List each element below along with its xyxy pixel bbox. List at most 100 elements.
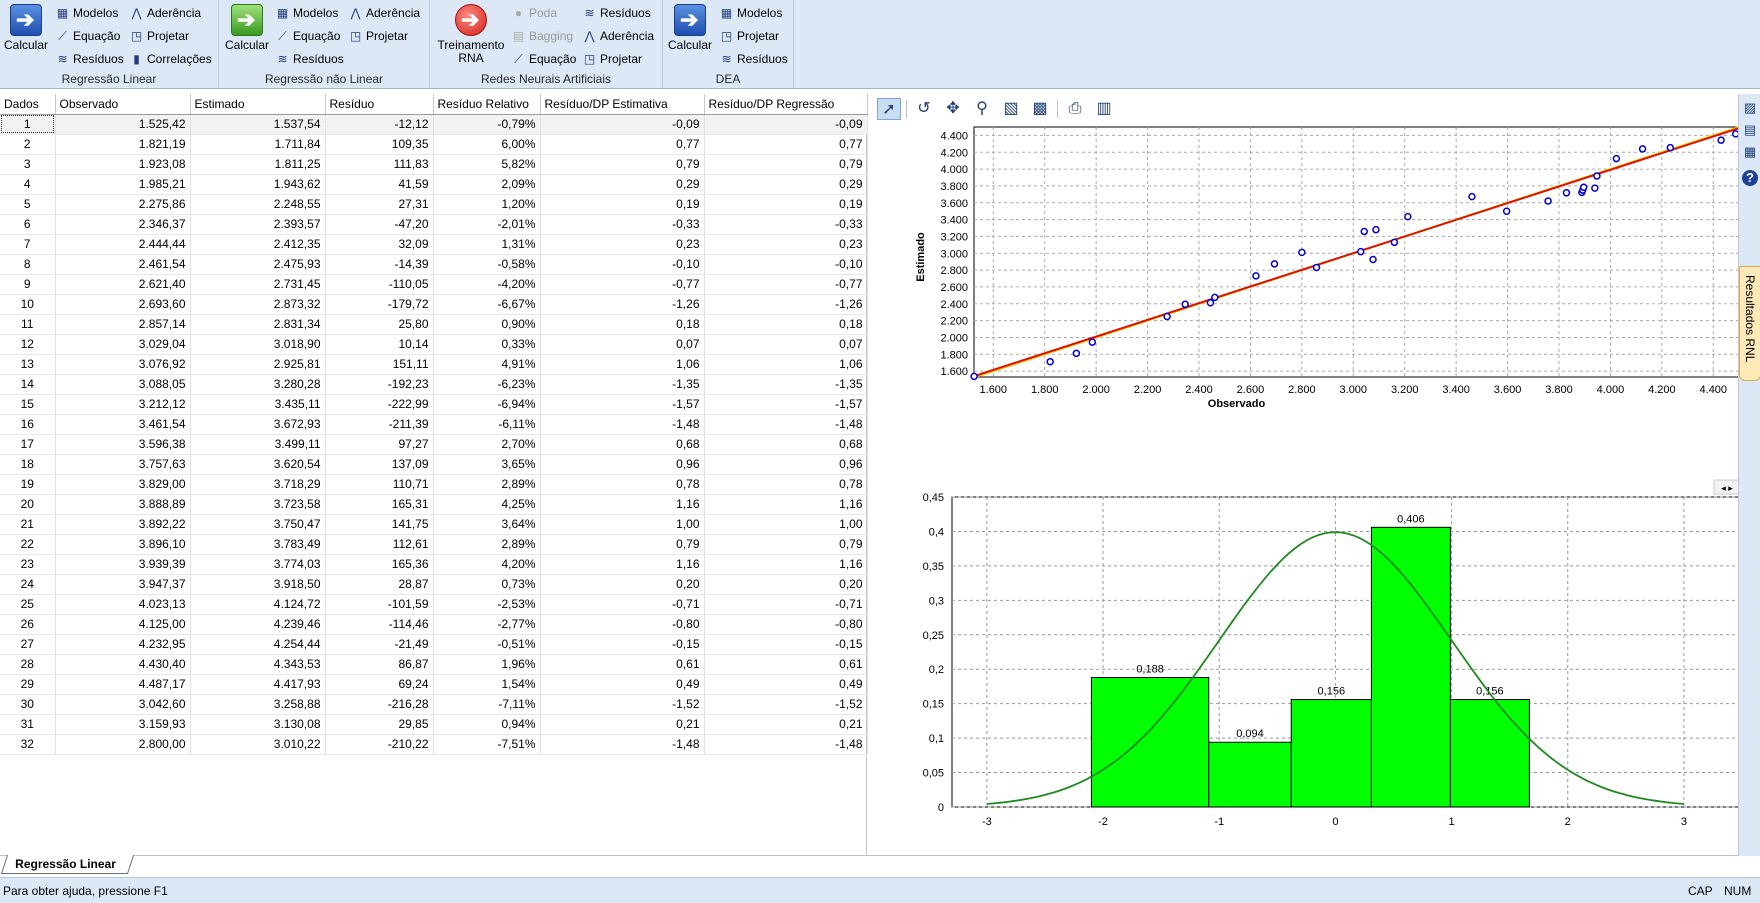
table-icon[interactable]: ▤ [1742, 122, 1758, 138]
table-cell: 0,94% [433, 714, 541, 735]
table-cell: 13 [0, 354, 56, 375]
help-icon[interactable]: ? [1742, 170, 1758, 186]
data-point [970, 372, 978, 381]
column-header[interactable]: Resíduo Relativo [433, 94, 541, 115]
resultados-rnl-tab[interactable]: Resultados RNL [1739, 266, 1760, 381]
pan-icon[interactable]: ✥ [941, 98, 965, 120]
report-icon[interactable]: ▦ [1742, 144, 1758, 160]
table-row[interactable]: 28 4.430,40 4.343,53 86,87 1,96% 0,61 0,61 [0, 654, 868, 675]
projetar-button[interactable]: ◳ Projetar [347, 26, 408, 46]
table-cell: -0,09 [540, 114, 705, 135]
modelos-button[interactable]: ▦ Modelos [54, 3, 119, 23]
table-row[interactable]: 19 3.829,00 3.718,29 110,71 2,89% 0,78 0,78 [0, 474, 868, 495]
y-tick-label: 0,4 [929, 526, 944, 538]
projetar-button[interactable]: ◳ Projetar [581, 49, 642, 69]
table-cell: 165,31 [325, 494, 434, 515]
table-cell: 3.018,90 [190, 334, 326, 355]
table-row[interactable]: 30 3.042,60 3.258,88 -216,28 -7,11% -1,52 -1,5… [0, 694, 868, 715]
table-cell: 3.947,37 [55, 574, 191, 595]
treinamento-rna-button[interactable]: ➔ Treinamento RNA [435, 2, 507, 65]
table-row[interactable]: 1 1.525,42 1.537,54 -12,12 -0,79% -0,09 -0,09 [0, 114, 868, 135]
undo-icon[interactable]: ↺ [912, 98, 936, 120]
table-row[interactable]: 4 1.985,21 1.943,62 41,59 2,09% 0,29 0,29 [0, 174, 868, 195]
modelos-button[interactable]: ▦ Modelos [718, 3, 783, 23]
table-row[interactable]: 3 1.923,08 1.811,25 111,83 5,82% 0,79 0,79 [0, 154, 868, 175]
table-cell: -1,52 [704, 694, 868, 715]
table-row[interactable]: 7 2.444,44 2.412,35 32,09 1,31% 0,23 0,23 [0, 234, 868, 255]
table-cell: 2.475,93 [190, 254, 326, 275]
residuos-button[interactable]: ≋ Resíduos [54, 49, 123, 69]
equacao-button[interactable]: ⟋ Equação [274, 26, 340, 46]
table-row[interactable]: 13 3.076,92 2.925,81 151,11 4,91% 1,06 1,06 [0, 354, 868, 375]
bagging-button[interactable]: ▤ Bagging [510, 26, 573, 46]
table-row[interactable]: 2 1.821,19 1.711,84 109,35 6,00% 0,77 0,77 [0, 134, 868, 155]
column-header[interactable]: Estimado [190, 94, 326, 115]
table-row[interactable]: 15 3.212,12 3.435,11 -222,99 -6,94% -1,57 -1,5… [0, 394, 868, 415]
pointer-icon[interactable]: ➚ [877, 98, 901, 120]
table-cell: 2.731,45 [190, 274, 326, 295]
table-row[interactable]: 16 3.461,54 3.672,93 -211,39 -6,11% -1,48 -1,4… [0, 414, 868, 435]
correlacoes-button[interactable]: ▮ Correlações [128, 49, 212, 69]
sheet-tab-regressao-linear[interactable]: Regressão Linear [0, 855, 134, 874]
table-cell: -0,58% [433, 254, 541, 275]
table-row[interactable]: 20 3.888,89 3.723,58 165,31 4,25% 1,16 1,16 [0, 494, 868, 515]
aderencia-button[interactable]: ⋀ Aderência [128, 3, 201, 23]
table-row[interactable]: 10 2.693,60 2.873,32 -179,72 -6,67% -1,26 -1,2… [0, 294, 868, 315]
print-icon[interactable]: ⎙ [1063, 98, 1087, 120]
table-row[interactable]: 25 4.023,13 4.124,72 -101,59 -2,53% -0,71 -0,7… [0, 594, 868, 615]
calcular-dea-button[interactable]: ➔ Calcular [667, 2, 713, 52]
column-header[interactable]: Resíduo/DP Estimativa [540, 94, 705, 115]
column-header[interactable]: Resíduo/DP Regressão [704, 94, 868, 115]
scatter-chart-observado-vs-estimado[interactable]: 1.600 1.800 2.000 2.200 2.400 2.600 2.800 3.000… [868, 125, 1738, 470]
export-image-icon[interactable]: ▧ [999, 98, 1023, 120]
residuos-button[interactable]: ≋ Resíduos [581, 3, 650, 23]
equacao-button[interactable]: ⟋ Equação [54, 26, 120, 46]
table-row[interactable]: 11 2.857,14 2.831,34 25,80 0,90% 0,18 0,18 [0, 314, 868, 335]
table-row[interactable]: 12 3.029,04 3.018,90 10,14 0,33% 0,07 0,07 [0, 334, 868, 355]
table-row[interactable]: 31 3.159,93 3.130,08 29,85 0,94% 0,21 0,21 [0, 714, 868, 735]
residuos-button[interactable]: ≋ Resíduos [718, 49, 787, 69]
poda-button[interactable]: ● Poda [510, 3, 557, 23]
table-cell: -7,51% [433, 734, 541, 755]
table-row[interactable]: 8 2.461,54 2.475,93 -14,39 -0,58% -0,10 -0,10 [0, 254, 868, 275]
projetar-button[interactable]: ◳ Projetar [128, 26, 189, 46]
table-row[interactable]: 24 3.947,37 3.918,50 28,87 0,73% 0,20 0,20 [0, 574, 868, 595]
aderencia-button[interactable]: ⋀ Aderência [581, 26, 654, 46]
table-row[interactable]: 29 4.487,17 4.417,93 69,24 1,54% 0,49 0,49 [0, 674, 868, 695]
column-header[interactable]: Observado [55, 94, 191, 115]
table-row[interactable]: 27 4.232,95 4.254,44 -21,49 -0,51% -0,15 -0,15 [0, 634, 868, 655]
projetar-button[interactable]: ◳ Projetar [718, 26, 779, 46]
aderencia-button[interactable]: ⋀ Aderência [347, 3, 420, 23]
table-row[interactable]: 26 4.125,00 4.239,46 -114,46 -2,77% -0,80 -0,8… [0, 614, 868, 635]
table-cell: 19 [0, 474, 56, 495]
chart-icon[interactable]: ▨ [1742, 100, 1758, 116]
table-cell: -0,09 [704, 114, 868, 135]
column-header[interactable]: Resíduo [325, 94, 434, 115]
zoom-icon[interactable]: ⚲ [970, 98, 994, 120]
group-caption: Regressão não Linear [264, 72, 384, 86]
equacao-button[interactable]: ⟋ Equação [510, 49, 576, 69]
table-cell: -101,59 [325, 594, 434, 615]
residuals-histogram-chart[interactable]: ◂ ▸ -3 -2 -1 0 1 2 3 0 0,05 0,1 0,15 0,2 0,25 0,3 0,35 0… [868, 478, 1738, 855]
calcular-linear-button[interactable]: ➔ Calcular [3, 2, 49, 52]
table-row[interactable]: 14 3.088,05 3.280,28 -192,23 -6,23% -1,35 -1,3… [0, 374, 868, 395]
table-row[interactable]: 22 3.896,10 3.783,49 112,61 2,89% 0,79 0,79 [0, 534, 868, 555]
copy-icon[interactable]: ▥ [1092, 98, 1116, 120]
table-row[interactable]: 5 2.275,86 2.248,55 27,31 1,20% 0,19 0,19 [0, 194, 868, 215]
table-row[interactable]: 17 3.596,38 3.499,11 97,27 2,70% 0,68 0,68 [0, 434, 868, 455]
table-row[interactable]: 21 3.892,22 3.750,47 141,75 3,64% 1,00 1,00 [0, 514, 868, 535]
column-header[interactable]: Dados [0, 94, 56, 115]
table-cell: 3.010,22 [190, 734, 326, 755]
calcular-nao-linear-button[interactable]: ➔ Calcular [224, 2, 270, 52]
table-row[interactable]: 9 2.621,40 2.731,45 -110,05 -4,20% -0,77 -0,77 [0, 274, 868, 295]
modelos-button[interactable]: ▦ Modelos [274, 3, 339, 23]
export-data-icon[interactable]: ▩ [1028, 98, 1052, 120]
table-row[interactable]: 23 3.939,39 3.774,03 165,36 4,20% 1,16 1,16 [0, 554, 868, 575]
group-dea: ➔ Calcular ▦ Modelos ◳ Projetar ≋ Resíduos … [663, 0, 794, 88]
table-cell: -7,11% [433, 694, 541, 715]
table-row[interactable]: 32 2.800,00 3.010,22 -210,22 -7,51% -1,48 -1,4… [0, 734, 868, 755]
table-cell: 1 [0, 114, 56, 135]
residuos-button[interactable]: ≋ Resíduos [274, 49, 343, 69]
table-row[interactable]: 6 2.346,37 2.393,57 -47,20 -2,01% -0,33 -0,33 [0, 214, 868, 235]
table-row[interactable]: 18 3.757,63 3.620,54 137,09 3,65% 0,96 0,96 [0, 454, 868, 475]
